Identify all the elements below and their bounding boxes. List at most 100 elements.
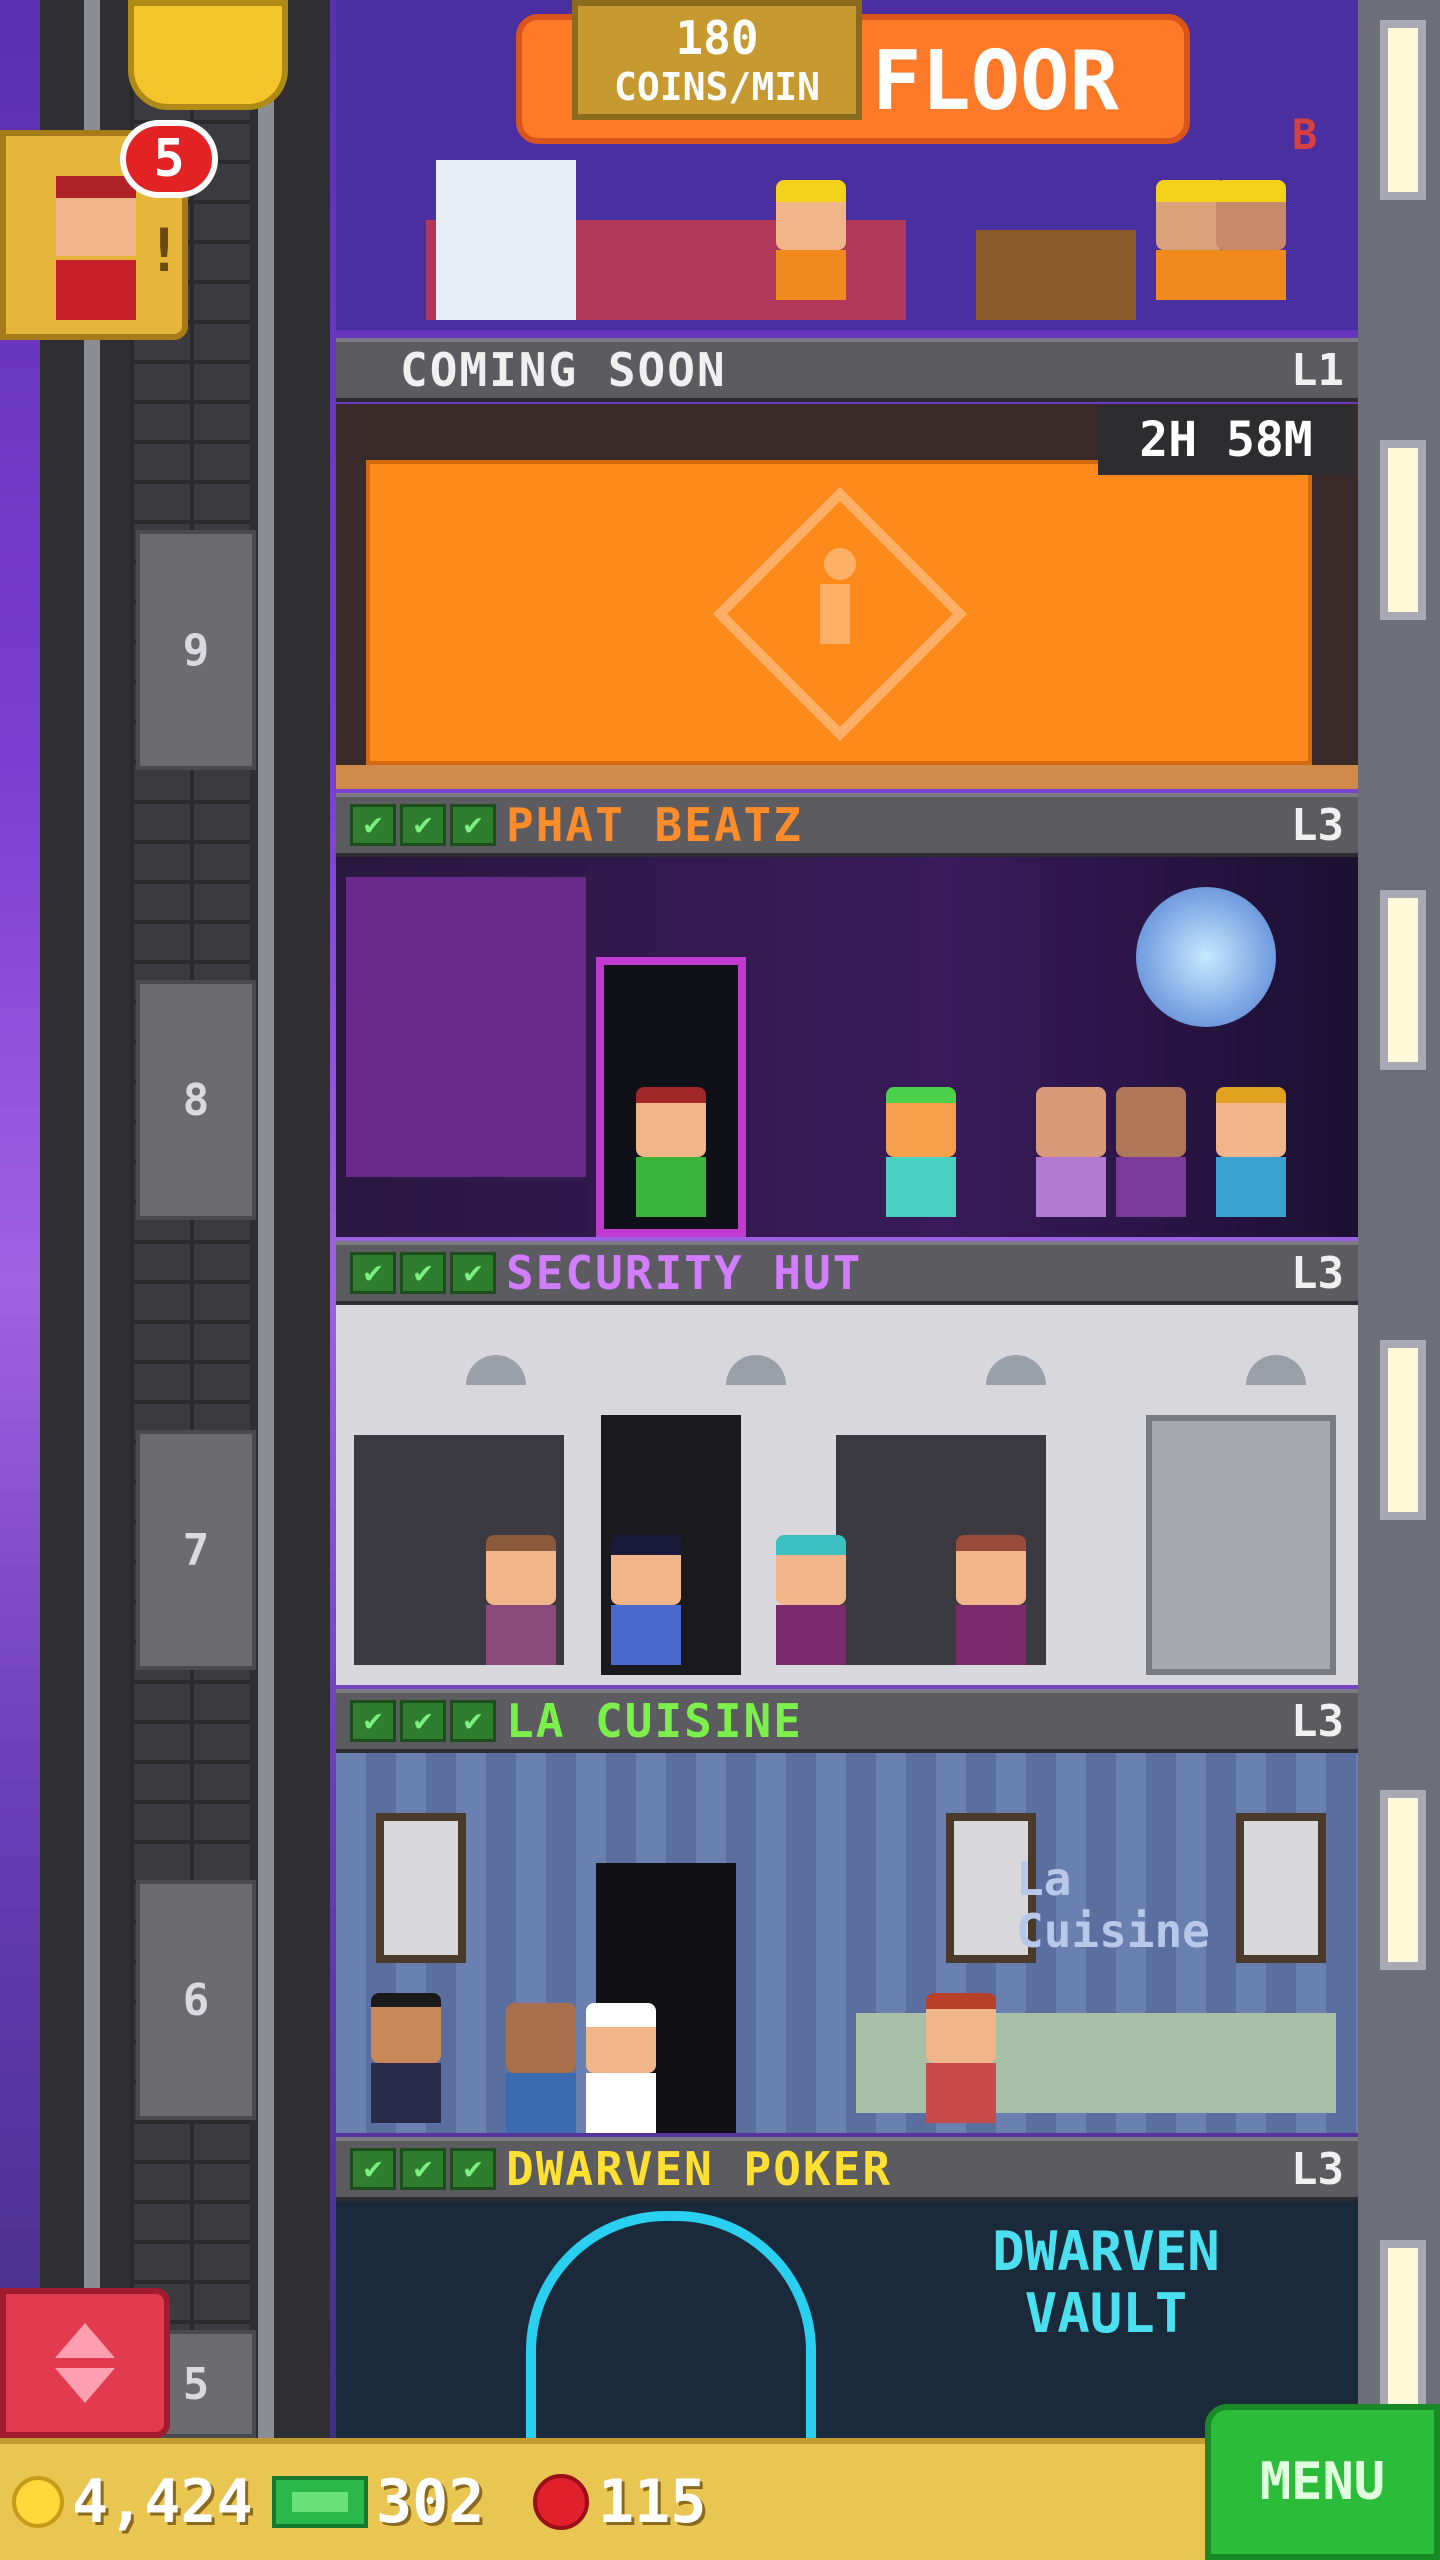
- floor-divider: [336, 765, 1358, 789]
- floor-level: L3: [1291, 2143, 1344, 2195]
- coin-icon: [12, 2476, 64, 2528]
- elevator-car[interactable]: [128, 0, 288, 110]
- vault-arch: [526, 2211, 816, 2438]
- shaft-rail-right: [258, 0, 274, 2440]
- security-worker[interactable]: [956, 1535, 1026, 1665]
- dancer[interactable]: [1036, 1087, 1106, 1217]
- window: [1380, 2240, 1426, 2420]
- construction-worker[interactable]: [1216, 180, 1286, 300]
- floor-header-security-hut[interactable]: ✔ ✔ ✔ SECURITY HUT L3: [336, 1241, 1358, 1305]
- jail-cell: [1146, 1415, 1336, 1675]
- floor-sign-text: FLOOR: [872, 34, 1119, 129]
- security-guard[interactable]: [611, 1535, 681, 1665]
- security-worker[interactable]: [486, 1535, 556, 1665]
- bellhop-avatar: [56, 176, 136, 256]
- checkmark-icon: ✔: [450, 2148, 496, 2190]
- vault-sign-line2: VAULT: [1024, 2282, 1188, 2345]
- notification-badge: 5: [120, 120, 218, 198]
- bux-icon: [272, 2476, 368, 2528]
- vault-sign: DWARVEN VAULT: [936, 2221, 1276, 2345]
- coins-amount: 180: [675, 11, 759, 65]
- floor-level: L3: [1291, 1247, 1344, 1299]
- window: [1380, 890, 1426, 1070]
- floor-level: L3: [1291, 1695, 1344, 1747]
- window: [1380, 1790, 1426, 1970]
- elevator-arrows-icon[interactable]: [0, 2288, 170, 2438]
- construction-sign-icon: [712, 486, 968, 742]
- ceiling-lamp: [986, 1355, 1046, 1385]
- coins-value: 4,424: [72, 2467, 253, 2537]
- vault-sign-line1: DWARVEN: [992, 2220, 1220, 2283]
- floor-header-coming-soon[interactable]: COMING SOON L1: [336, 338, 1358, 402]
- picture-frame: [1236, 1813, 1326, 1963]
- floor-header-phat-beatz[interactable]: ✔ ✔ ✔ PHAT BEATZ L3: [336, 793, 1358, 857]
- picture-frame: [376, 1813, 466, 1963]
- checkmark-icon: ✔: [350, 1700, 396, 1742]
- bellhop-uniform: [56, 260, 136, 320]
- building-right-wall: [1358, 0, 1440, 2440]
- elevator-floor-number: 6: [182, 1974, 210, 2026]
- window: [1380, 20, 1426, 200]
- alert-icon: !: [146, 216, 183, 286]
- floor-level: L1: [1291, 344, 1344, 396]
- dancer[interactable]: [1116, 1087, 1186, 1217]
- checkmark-icon: ✔: [450, 804, 496, 846]
- elevator-stop-7[interactable]: 7: [136, 1430, 256, 1670]
- elevator-floor-number: 5: [182, 2358, 210, 2410]
- window: [1380, 1340, 1426, 1520]
- phat-beatz-room[interactable]: [336, 857, 1358, 1237]
- elevator-stop-8[interactable]: 8: [136, 980, 256, 1220]
- gem-icon: [533, 2474, 589, 2530]
- construction-tarp[interactable]: [366, 460, 1312, 765]
- floor-name: COMING SOON: [400, 343, 727, 397]
- ceiling-lamp: [466, 1355, 526, 1385]
- elevator-stop-9[interactable]: 9: [136, 530, 256, 770]
- security-hut-room[interactable]: [336, 1305, 1358, 1685]
- ceiling-lamp: [726, 1355, 786, 1385]
- floor-level: L3: [1291, 799, 1344, 851]
- stock-checks: ✔ ✔ ✔: [350, 804, 496, 846]
- coins-per-minute-badge[interactable]: 180 COINS/MIN: [572, 0, 862, 120]
- floor-header-la-cuisine[interactable]: ✔ ✔ ✔ LA CUISINE L3: [336, 1689, 1358, 1753]
- shaft-rail-left: [84, 0, 100, 2440]
- coins-unit: COINS/MIN: [614, 65, 820, 109]
- visitor[interactable]: [776, 1535, 846, 1665]
- la-cuisine-room[interactable]: La Cuisine: [336, 1753, 1358, 2133]
- floor-name: SECURITY HUT: [506, 1246, 863, 1300]
- ceiling-lamp: [1246, 1355, 1306, 1385]
- floor-header-dwarven-poker[interactable]: ✔ ✔ ✔ DWARVEN POKER L3: [336, 2137, 1358, 2201]
- construction-worker[interactable]: [776, 180, 846, 300]
- chef-worker[interactable]: [506, 2003, 576, 2133]
- floor-name: DWARVEN POKER: [506, 2142, 893, 2196]
- visitor[interactable]: [636, 1087, 706, 1217]
- coins-display[interactable]: 4,424: [10, 2462, 253, 2542]
- elevator-floor-number: 7: [182, 1524, 210, 1576]
- checkmark-icon: ✔: [400, 804, 446, 846]
- checkmark-icon: ✔: [350, 1252, 396, 1294]
- floor-name: PHAT BEATZ: [506, 798, 803, 852]
- elevator-stop-6[interactable]: 6: [136, 1880, 256, 2120]
- dj-worker[interactable]: [886, 1087, 956, 1217]
- wrapped-box: [436, 160, 576, 320]
- stock-checks: ✔ ✔ ✔: [350, 1252, 496, 1294]
- dancer[interactable]: [1216, 1087, 1286, 1217]
- elevator-floor-number: 9: [182, 624, 210, 676]
- floor-name: LA CUISINE: [506, 1694, 803, 1748]
- dwarven-poker-room[interactable]: DWARVEN VAULT: [336, 2201, 1358, 2438]
- visitor[interactable]: [926, 1993, 996, 2123]
- menu-button[interactable]: MENU: [1205, 2404, 1440, 2560]
- checkmark-icon: ✔: [400, 1252, 446, 1294]
- visitor[interactable]: [371, 1993, 441, 2123]
- bux-value: 302: [376, 2467, 485, 2537]
- chef-worker[interactable]: [586, 2003, 656, 2133]
- bux-display[interactable]: 302: [270, 2462, 484, 2542]
- construction-timer: 2H 58M: [1098, 405, 1354, 475]
- stock-checks: ✔ ✔ ✔: [350, 2148, 496, 2190]
- gems-display[interactable]: 115: [530, 2462, 706, 2542]
- side-letter-right: B: [1292, 110, 1318, 159]
- checkmark-icon: ✔: [350, 2148, 396, 2190]
- checkmark-icon: ✔: [450, 1252, 496, 1294]
- gems-value: 115: [598, 2467, 707, 2537]
- checkmark-icon: ✔: [350, 804, 396, 846]
- disco-ball: [1136, 887, 1276, 1027]
